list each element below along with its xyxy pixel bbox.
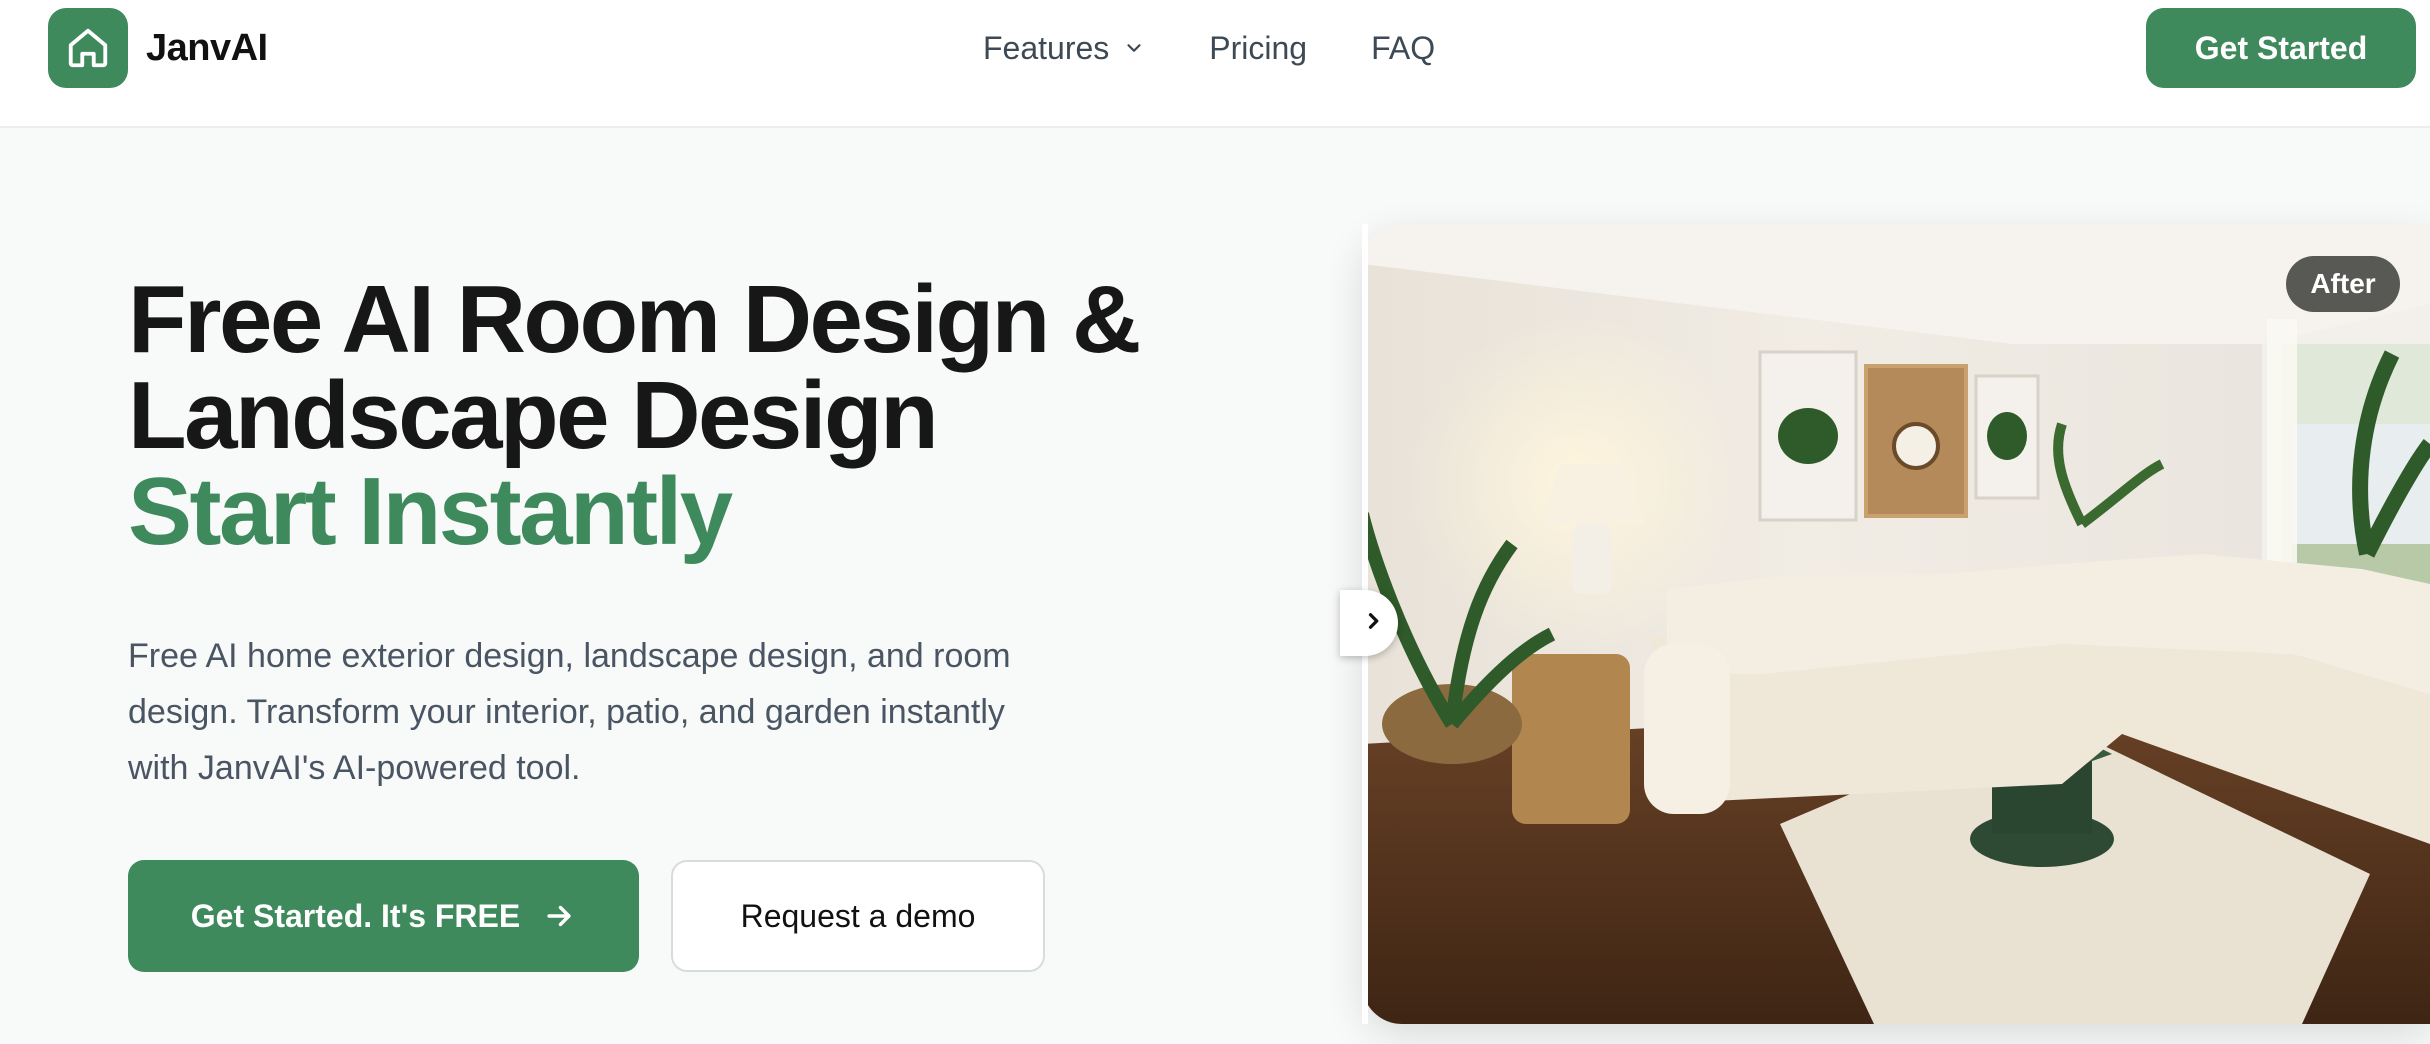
hero-title: Free AI Room Design & Landscape Design S…: [128, 272, 1308, 560]
living-room-image: [1362, 224, 2430, 1024]
hero-title-line-1: Free AI Room Design &: [128, 266, 1141, 373]
nav-item-label: Features: [983, 29, 1110, 66]
request-demo-button[interactable]: Request a demo: [671, 860, 1045, 972]
nav-item-faq[interactable]: FAQ: [1371, 30, 1435, 67]
get-started-button[interactable]: Get Started: [2146, 8, 2416, 88]
chevron-down-icon: [1123, 37, 1145, 59]
brand-home-link[interactable]: JanvAI: [48, 8, 268, 88]
after-badge: After: [2286, 256, 2400, 312]
brand-name: JanvAI: [146, 26, 268, 69]
nav-item-label: Pricing: [1209, 29, 1308, 66]
nav-item-label: FAQ: [1371, 29, 1436, 66]
arrow-right-icon: [542, 899, 576, 933]
before-after-comparison[interactable]: [1362, 224, 2430, 1024]
button-label: Get Started. It's FREE: [190, 897, 521, 934]
hero-title-line-2: Landscape Design: [128, 362, 939, 469]
top-navbar: JanvAI Features Pricing FAQ Get Started: [0, 0, 2430, 128]
hero-description: Free AI home exterior design, landscape …: [128, 637, 1011, 787]
chevron-left-right-icon: [1358, 606, 1388, 641]
main-nav: Features Pricing FAQ: [983, 20, 1435, 76]
nav-item-features[interactable]: Features: [983, 30, 1145, 67]
get-started-free-button[interactable]: Get Started. It's FREE: [128, 860, 639, 972]
home-icon: [48, 8, 128, 88]
hero-title-accent: Start Instantly: [128, 458, 733, 565]
nav-item-pricing[interactable]: Pricing: [1209, 30, 1307, 67]
